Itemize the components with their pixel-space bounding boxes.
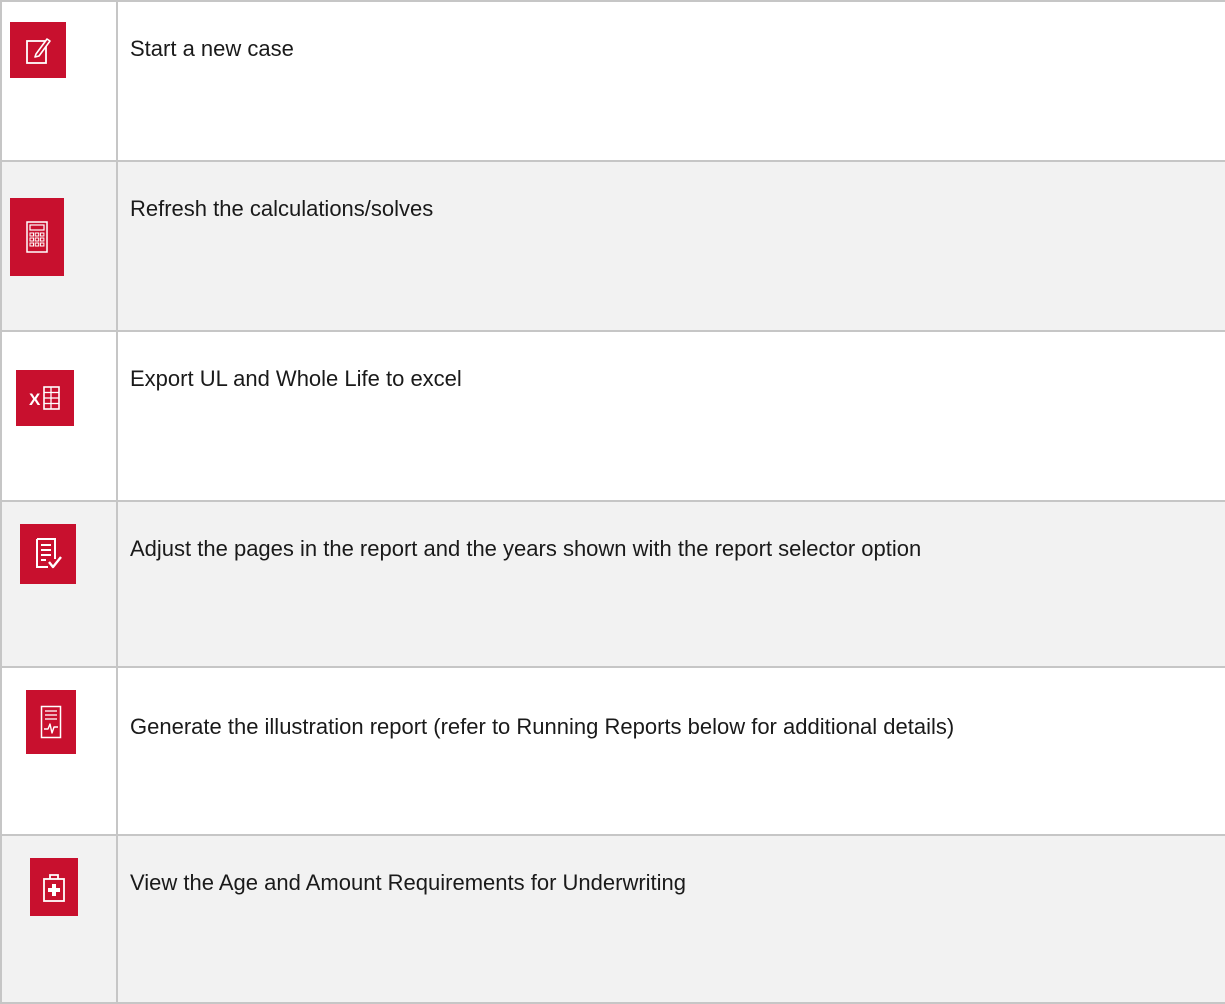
row-description: Generate the illustration report (refer …	[130, 714, 955, 739]
row-description: Export UL and Whole Life to excel	[130, 366, 462, 391]
description-cell: Start a new case	[116, 0, 1225, 162]
legend-row: Refresh the calculations/solves	[0, 160, 1225, 332]
icon-cell	[0, 834, 118, 1004]
description-cell: Adjust the pages in the report and the y…	[116, 500, 1225, 668]
illustration-report-icon	[26, 690, 76, 754]
icon-cell	[0, 0, 118, 162]
legend-row: View the Age and Amount Requirements for…	[0, 834, 1225, 1004]
row-description: Refresh the calculations/solves	[130, 196, 434, 221]
medical-kit-icon	[30, 858, 78, 916]
icon-cell	[0, 500, 118, 668]
description-cell: Generate the illustration report (refer …	[116, 666, 1225, 836]
row-description: View the Age and Amount Requirements for…	[130, 870, 687, 895]
row-description: Adjust the pages in the report and the y…	[130, 536, 922, 561]
legend-row: Start a new case	[0, 0, 1225, 162]
description-cell: View the Age and Amount Requirements for…	[116, 834, 1225, 1004]
calculator-icon	[10, 198, 64, 276]
description-cell: Refresh the calculations/solves	[116, 160, 1225, 332]
description-cell: Export UL and Whole Life to excel	[116, 330, 1225, 502]
legend-row: Adjust the pages in the report and the y…	[0, 500, 1225, 668]
icon-cell: X	[0, 330, 118, 502]
icon-cell	[0, 666, 118, 836]
icon-cell	[0, 160, 118, 332]
legend-row: X Export UL and Whole Life to excel	[0, 330, 1225, 502]
svg-text:X: X	[29, 390, 41, 409]
edit-icon	[10, 22, 66, 78]
toolbar-legend-table: Start a new case Refresh the calculation…	[0, 0, 1225, 1004]
row-description: Start a new case	[130, 36, 294, 61]
legend-row: Generate the illustration report (refer …	[0, 666, 1225, 836]
report-selector-icon	[20, 524, 76, 584]
excel-icon: X	[16, 370, 74, 426]
